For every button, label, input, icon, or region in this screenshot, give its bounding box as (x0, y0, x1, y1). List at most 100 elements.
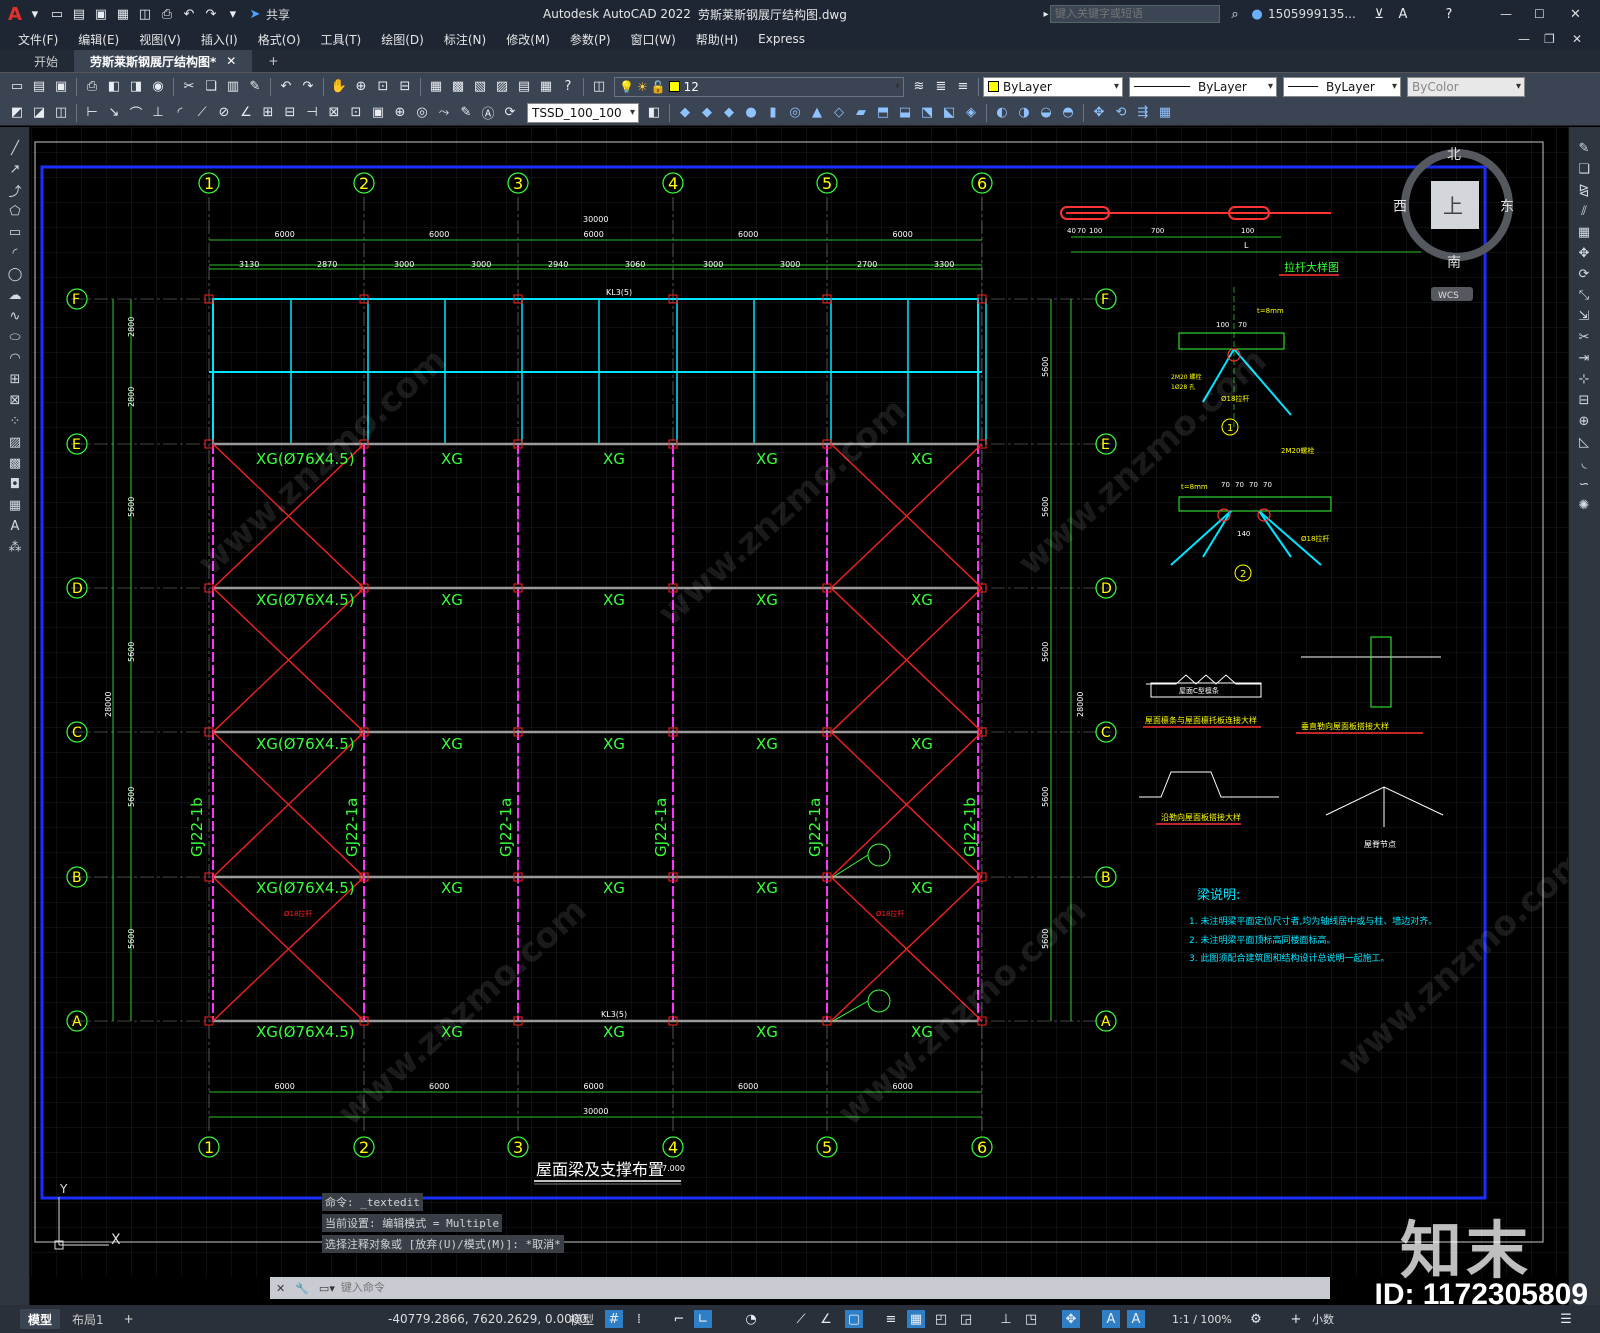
polygon-icon[interactable]: ⬠ (4, 201, 26, 221)
open-icon[interactable]: ▤ (30, 78, 48, 96)
arc-length-icon[interactable]: ⌒ (127, 104, 145, 122)
layer-isolate-icon[interactable]: ◪ (30, 104, 48, 122)
layer-previous-icon[interactable]: ≣ (932, 78, 950, 96)
cart-icon[interactable]: ⊻ (1370, 5, 1388, 23)
redo-toolbar-icon[interactable]: ↷ (299, 78, 317, 96)
blend-icon[interactable]: ∽ (1573, 474, 1595, 494)
aligned-dim-icon[interactable]: ↘ (105, 104, 123, 122)
planar-surface-icon[interactable]: ◇ (830, 104, 848, 122)
annotation-visibility-icon[interactable]: A (1102, 1310, 1120, 1328)
rotate-icon[interactable]: ⟳ (1573, 264, 1595, 284)
layer-walk-icon[interactable]: ◫ (52, 104, 70, 122)
chamfer-icon[interactable]: ◺ (1573, 432, 1595, 452)
pyramid-icon[interactable]: ▲ (808, 104, 826, 122)
menu-help[interactable]: 帮助(H) (686, 31, 748, 48)
slice-icon[interactable]: ◓ (1059, 104, 1077, 122)
copy-icon[interactable]: ❏ (202, 78, 220, 96)
model-tab[interactable]: 模型 (20, 1309, 61, 1329)
save-toolbar-icon[interactable]: ▣ (52, 78, 70, 96)
menu-edit[interactable]: 编辑(E) (68, 31, 129, 48)
dim-update-icon[interactable]: ⟳ (501, 104, 519, 122)
transparency-icon[interactable]: ▦ (907, 1310, 925, 1328)
match-layer-icon[interactable]: ◩ (8, 104, 26, 122)
publish-icon[interactable]: ◨ (127, 78, 145, 96)
menu-draw[interactable]: 绘图(D) (371, 31, 434, 48)
linear-dim-icon[interactable]: ⊢ (83, 104, 101, 122)
infer-constraints-icon[interactable]: ⌐ (670, 1310, 688, 1328)
trim-icon[interactable]: ✂ (1573, 327, 1595, 347)
polysolid-icon[interactable]: ▰ (852, 104, 870, 122)
quick-properties-icon[interactable]: ☰ (1557, 1310, 1575, 1328)
dim-space-icon[interactable]: ⊠ (325, 104, 343, 122)
doc-restore-button[interactable]: ❐ (1544, 32, 1555, 46)
copy-object-icon[interactable]: ❏ (1573, 159, 1595, 179)
extrude-icon[interactable]: ⬒ (874, 104, 892, 122)
add-selected-icon[interactable]: ⁂ (4, 537, 26, 557)
annotation-scale[interactable]: 1:1 / 100% (1172, 1313, 1232, 1326)
autocad-logo-icon[interactable]: A (8, 4, 22, 25)
object-snap-tracking-icon[interactable]: ∠ (817, 1310, 835, 1328)
menu-dimension[interactable]: 标注(N) (434, 31, 496, 48)
customize-cmd-icon[interactable]: 🔧 (291, 1282, 313, 1295)
align-3d-icon[interactable]: ⇶ (1134, 104, 1152, 122)
table-icon[interactable]: ▦ (4, 495, 26, 515)
insert-block-icon[interactable]: ⊞ (4, 369, 26, 389)
qnew-icon[interactable]: ▭ (8, 78, 26, 96)
baseline-dim-icon[interactable]: ⊟ (281, 104, 299, 122)
move-3d-icon[interactable]: ✥ (1090, 104, 1108, 122)
ortho-toggle-icon[interactable]: ∟ (694, 1310, 712, 1328)
dimstyle-dropdown[interactable]: TSSD_100_100 (527, 102, 639, 123)
menu-express[interactable]: Express (748, 32, 815, 46)
arc-icon[interactable]: ◜ (4, 243, 26, 263)
revision-cloud-icon[interactable]: ☁ (4, 285, 26, 305)
explode-icon[interactable]: ✺ (1573, 495, 1595, 515)
offset-icon[interactable]: ⫽ (1573, 201, 1595, 221)
properties-icon[interactable]: ▦ (427, 78, 445, 96)
loft-icon[interactable]: ◈ (962, 104, 980, 122)
wedge-icon[interactable]: ◆ (698, 104, 716, 122)
fillet-icon[interactable]: ◟ (1573, 453, 1595, 473)
rotate-3d-icon[interactable]: ⟲ (1112, 104, 1130, 122)
auto-scale-icon[interactable]: A (1127, 1310, 1145, 1328)
point-icon[interactable]: ⁘ (4, 411, 26, 431)
app-menu-chevron-icon[interactable]: ▾ (26, 5, 44, 23)
sphere-icon[interactable]: ● (742, 104, 760, 122)
dynamic-ucs-icon[interactable]: ⊥ (997, 1310, 1015, 1328)
recent-cmd-icon[interactable]: ▭▾ (313, 1282, 341, 1295)
coordinates[interactable]: -40779.2866, 7620.2629, 0.0000 (388, 1312, 587, 1326)
3d-dwf-icon[interactable]: ◉ (149, 78, 167, 96)
zoom-realtime-icon[interactable]: ⊕ (352, 78, 370, 96)
selection-filter-icon[interactable]: ◳ (1022, 1310, 1040, 1328)
subtract-icon[interactable]: ◑ (1015, 104, 1033, 122)
save-icon[interactable]: ▣ (92, 5, 110, 23)
doc-close-button[interactable]: ✕ (1572, 32, 1582, 46)
jogged-dim-icon[interactable]: ⟋ (193, 104, 211, 122)
undo-icon[interactable]: ↶ (180, 5, 198, 23)
tool-palettes-icon[interactable]: ▧ (471, 78, 489, 96)
minimize-button[interactable]: — (1500, 7, 1512, 21)
object-snap-icon[interactable]: ▢ (845, 1310, 863, 1328)
match-properties-icon[interactable]: ✎ (246, 78, 264, 96)
search-input[interactable] (1050, 5, 1220, 23)
tab-start[interactable]: 开始 (18, 50, 74, 72)
markup-icon[interactable]: ▤ (515, 78, 533, 96)
customize-qat-icon[interactable]: ▾ (224, 5, 242, 23)
save-as-icon[interactable]: ▦ (114, 5, 132, 23)
mirror-icon[interactable]: ⧎ (1573, 180, 1595, 200)
gizmo-icon[interactable]: ✥ (1062, 1310, 1080, 1328)
design-center-icon[interactable]: ▩ (449, 78, 467, 96)
ordinate-dim-icon[interactable]: ⊥ (149, 104, 167, 122)
tolerance-icon[interactable]: ▣ (369, 104, 387, 122)
revolve-icon[interactable]: ⬕ (940, 104, 958, 122)
layout1-tab[interactable]: 布局1 (60, 1309, 116, 1329)
construction-line-icon[interactable]: ↗ (4, 159, 26, 179)
radius-dim-icon[interactable]: ◜ (171, 104, 189, 122)
center-mark-icon[interactable]: ⊕ (391, 104, 409, 122)
presspull-icon[interactable]: ⬓ (896, 104, 914, 122)
cut-icon[interactable]: ✂ (180, 78, 198, 96)
region-icon[interactable]: ◘ (4, 474, 26, 494)
menu-format[interactable]: 格式(O) (248, 31, 311, 48)
dim-text-edit-icon[interactable]: Ⓐ (479, 104, 497, 122)
new-file-icon[interactable]: ▭ (48, 5, 66, 23)
print-preview-icon[interactable]: ◧ (105, 78, 123, 96)
